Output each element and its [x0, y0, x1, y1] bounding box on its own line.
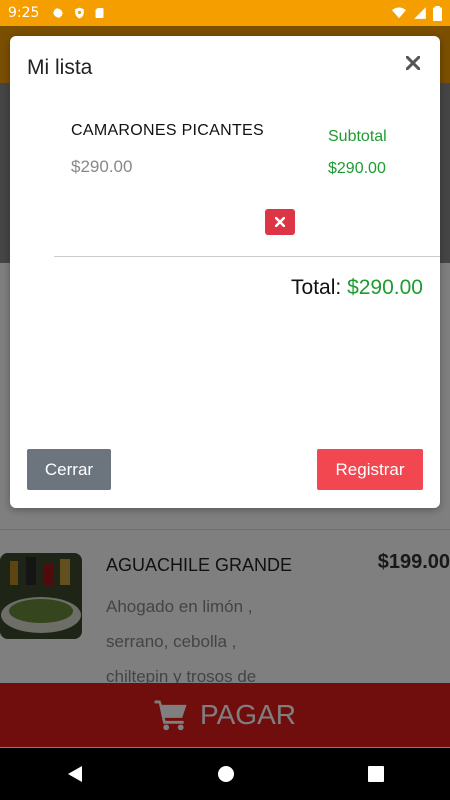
remove-item-button[interactable]	[265, 209, 295, 235]
system-nav-bar	[0, 748, 450, 800]
cart-item-name: CAMARONES PICANTES	[71, 122, 264, 139]
status-time: 9:25	[8, 5, 40, 21]
cerrar-button[interactable]: Cerrar	[27, 449, 111, 490]
shield-icon	[75, 7, 85, 19]
total-value: $290.00	[347, 276, 423, 299]
signal-icon	[414, 7, 426, 19]
gear-icon	[53, 7, 64, 19]
total-row: Total: $290.00	[291, 276, 423, 300]
modal-title: Mi lista	[27, 56, 93, 79]
cart-item-price: $290.00	[71, 157, 133, 176]
modal-divider	[54, 256, 440, 257]
sd-card-icon	[95, 8, 104, 18]
recents-icon[interactable]	[367, 766, 384, 782]
subtotal-value: $290.00	[328, 160, 386, 177]
cart-modal: Mi lista CAMARONES PICANTES $290.00 Subt…	[10, 36, 440, 508]
total-label: Total:	[291, 276, 342, 299]
wifi-icon	[392, 7, 406, 19]
battery-icon	[433, 5, 442, 21]
registrar-button[interactable]: Registrar	[317, 449, 423, 490]
home-icon[interactable]	[217, 765, 235, 783]
close-icon[interactable]	[404, 54, 422, 72]
back-icon[interactable]	[66, 765, 84, 783]
status-bar: 9:25	[0, 0, 450, 26]
remove-icon	[275, 217, 285, 227]
subtotal-label: Subtotal	[328, 128, 387, 145]
